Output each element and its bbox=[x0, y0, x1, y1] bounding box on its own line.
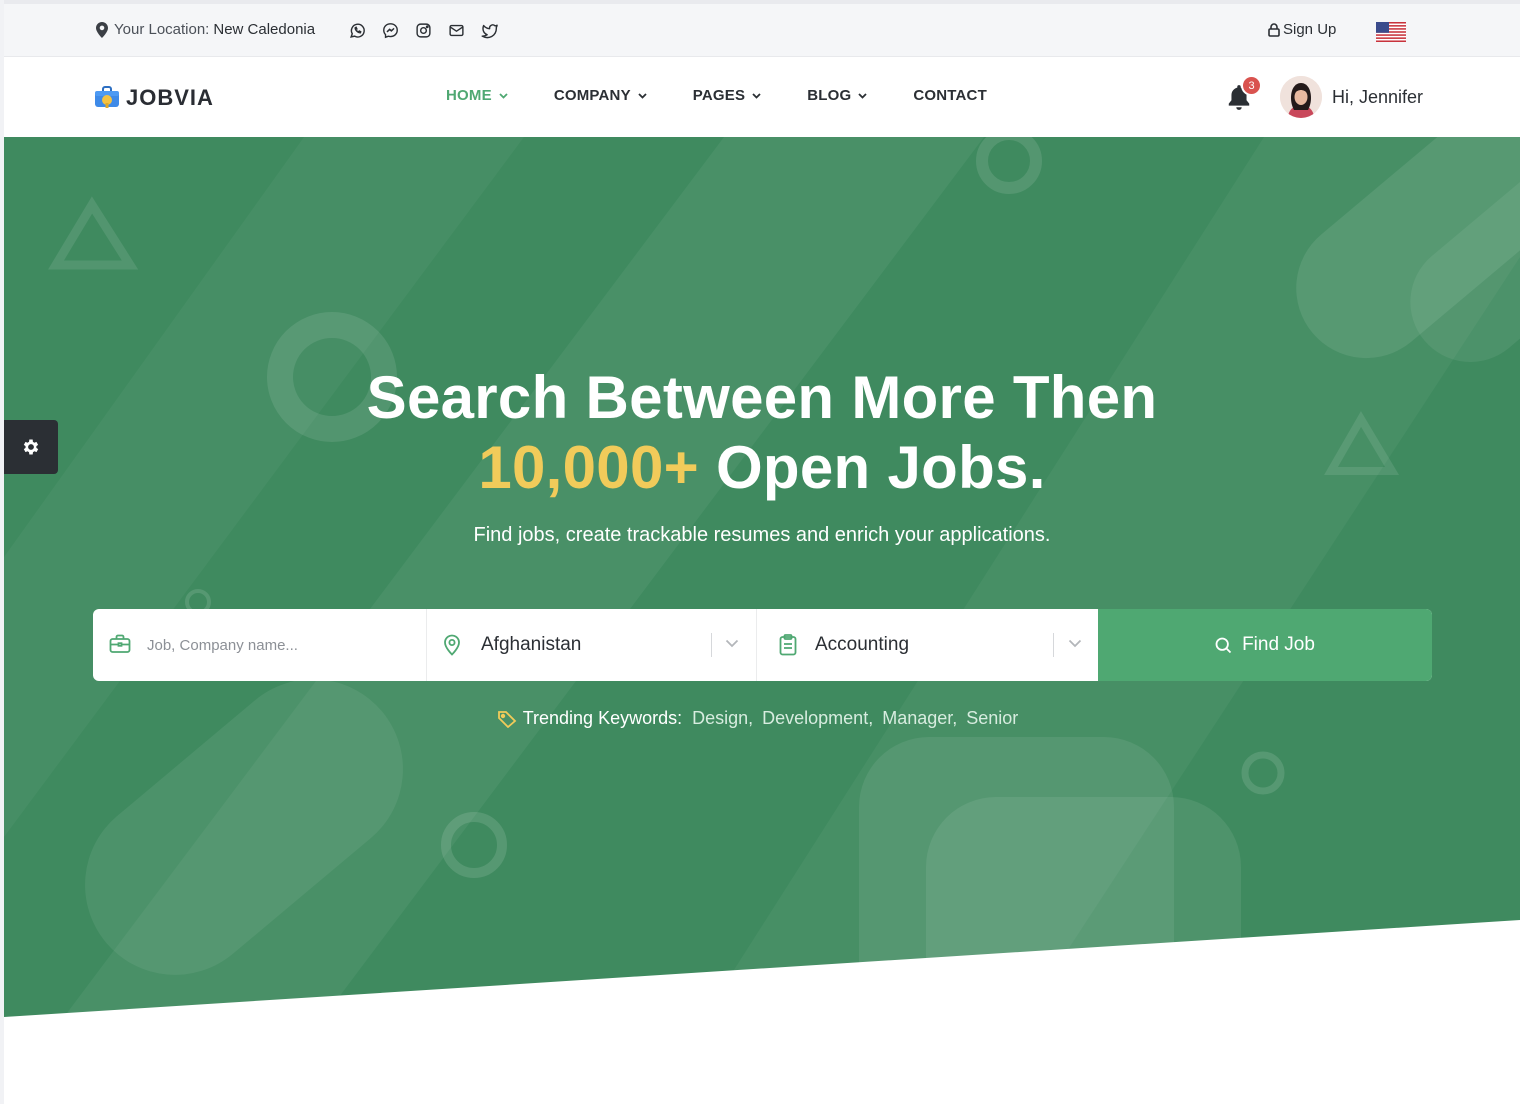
hero-subtitle: Find jobs, create trackable resumes and … bbox=[473, 524, 1051, 546]
tag-icon bbox=[497, 710, 517, 728]
trending-keyword-manager[interactable]: Manager, bbox=[882, 708, 957, 729]
us-flag-icon[interactable] bbox=[1376, 22, 1406, 42]
whatsapp-icon[interactable] bbox=[348, 21, 367, 40]
lock-icon bbox=[1268, 22, 1280, 37]
briefcase-icon bbox=[109, 634, 131, 653]
mail-icon[interactable] bbox=[447, 21, 466, 40]
chevron-down-icon bbox=[752, 92, 761, 99]
location-value: New Caledonia bbox=[213, 21, 316, 38]
logo-text: JOBVIA bbox=[126, 85, 214, 110]
nav-item-blog[interactable]: BLOG bbox=[807, 87, 867, 104]
find-job-button[interactable]: Find Job bbox=[1098, 609, 1432, 681]
hero-section: Search Between More Then 10,000+ Open Jo… bbox=[4, 137, 1520, 1017]
hero-title-rest: Open Jobs. bbox=[715, 434, 1046, 501]
category-select[interactable]: Accounting bbox=[757, 609, 1098, 681]
messenger-icon[interactable] bbox=[381, 21, 400, 40]
site-logo[interactable]: JOBVIA bbox=[94, 85, 214, 111]
user-greeting[interactable]: Hi, Jennifer bbox=[1332, 87, 1423, 108]
sign-up-link[interactable]: Sign Up bbox=[1268, 21, 1336, 38]
nav-menu: HOME COMPANY PAGES BLOG CONTACT bbox=[446, 87, 1033, 104]
settings-toggle[interactable] bbox=[4, 420, 58, 474]
job-keyword-input[interactable] bbox=[147, 631, 407, 659]
trending-keyword-development[interactable]: Development, bbox=[762, 708, 873, 729]
job-keyword-field[interactable] bbox=[93, 609, 427, 681]
select-separator bbox=[1053, 633, 1054, 657]
search-icon bbox=[1215, 637, 1232, 653]
trending-keywords: Trending Keywords: Design, Development, … bbox=[4, 708, 1520, 729]
chevron-down-icon[interactable] bbox=[725, 639, 739, 648]
nav-item-pages[interactable]: PAGES bbox=[693, 87, 761, 104]
gear-icon bbox=[23, 439, 39, 455]
find-job-label: Find Job bbox=[1242, 634, 1315, 655]
hero-title-highlight: 10,000+ bbox=[478, 434, 699, 501]
nav-item-label: BLOG bbox=[807, 87, 852, 104]
nav-item-contact[interactable]: CONTACT bbox=[913, 87, 987, 104]
instagram-icon[interactable] bbox=[414, 21, 433, 40]
nav-item-label: COMPANY bbox=[553, 87, 631, 104]
trending-label: Trending Keywords: bbox=[522, 708, 683, 728]
trending-keyword-design[interactable]: Design, bbox=[692, 708, 753, 729]
location-label: Your Location: bbox=[114, 21, 210, 38]
nav-item-label: PAGES bbox=[692, 87, 746, 104]
hero-title-line1: Search Between More Then bbox=[366, 364, 1158, 431]
sign-up-label: Sign Up bbox=[1283, 21, 1337, 38]
nav-item-label: CONTACT bbox=[913, 87, 987, 104]
top-bar: Your Location: New Caledonia Sign Up bbox=[4, 4, 1520, 57]
avatar[interactable] bbox=[1280, 76, 1322, 118]
location-info: Your Location: New Caledonia bbox=[96, 21, 315, 38]
location-select[interactable]: Afghanistan bbox=[427, 609, 757, 681]
map-pin-icon bbox=[96, 21, 108, 38]
chevron-down-icon bbox=[638, 92, 647, 99]
main-navbar: JOBVIA HOME COMPANY PAGES BLOG CONTACT 3 bbox=[4, 57, 1520, 137]
nav-item-company[interactable]: COMPANY bbox=[554, 87, 647, 104]
hero-title-line2: 10,000+ Open Jobs. bbox=[4, 433, 1520, 503]
category-select-value: Accounting bbox=[815, 634, 910, 655]
nav-item-label: HOME bbox=[446, 87, 492, 104]
nav-item-home[interactable]: HOME bbox=[446, 87, 508, 104]
clipboard-icon bbox=[779, 634, 797, 656]
briefcase-logo-icon bbox=[95, 86, 119, 108]
chevron-down-icon bbox=[499, 92, 508, 99]
twitter-icon[interactable] bbox=[480, 21, 499, 40]
hero-title: Search Between More Then 10,000+ Open Jo… bbox=[4, 363, 1520, 503]
social-links bbox=[348, 21, 499, 40]
select-separator bbox=[711, 633, 712, 657]
chevron-down-icon bbox=[858, 92, 867, 99]
location-select-value: Afghanistan bbox=[481, 634, 582, 655]
trending-keyword-senior[interactable]: Senior bbox=[966, 708, 1018, 729]
chevron-down-icon[interactable] bbox=[1068, 639, 1082, 648]
job-search-form: Afghanistan Accounting Find Job bbox=[93, 609, 1432, 681]
location-pin-icon bbox=[444, 634, 460, 656]
hero-background bbox=[4, 137, 1520, 1017]
user-avatar-icon bbox=[1280, 76, 1322, 118]
notification-badge: 3 bbox=[1241, 75, 1262, 96]
